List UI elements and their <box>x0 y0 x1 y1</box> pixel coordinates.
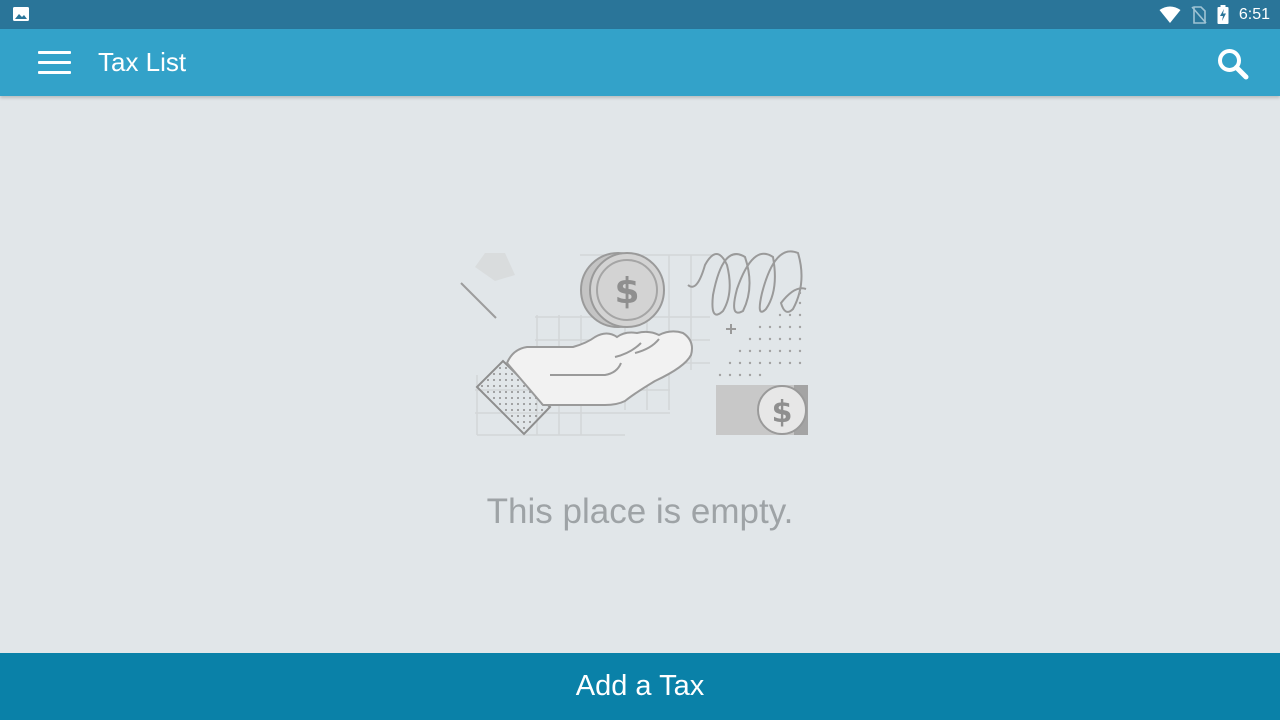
menu-icon[interactable] <box>38 51 71 75</box>
add-tax-button[interactable]: Add a Tax <box>0 653 1280 720</box>
status-icons: 6:51 <box>1159 0 1270 29</box>
svg-text:$: $ <box>772 395 793 430</box>
wifi-icon <box>1159 6 1181 23</box>
status-bar: 6:51 <box>0 0 1280 29</box>
hand-holding-coin-illustration: $ $ <box>460 250 808 436</box>
svg-text:$: $ <box>614 271 639 312</box>
battery-charging-icon <box>1217 5 1229 24</box>
empty-state-message: This place is empty. <box>486 492 794 531</box>
app-bar: Tax List <box>0 29 1280 96</box>
page-title: Tax List <box>98 47 187 77</box>
image-icon <box>13 7 29 21</box>
status-time: 6:51 <box>1238 5 1270 23</box>
search-icon[interactable] <box>1216 47 1250 81</box>
no-sim-icon <box>1191 5 1207 24</box>
